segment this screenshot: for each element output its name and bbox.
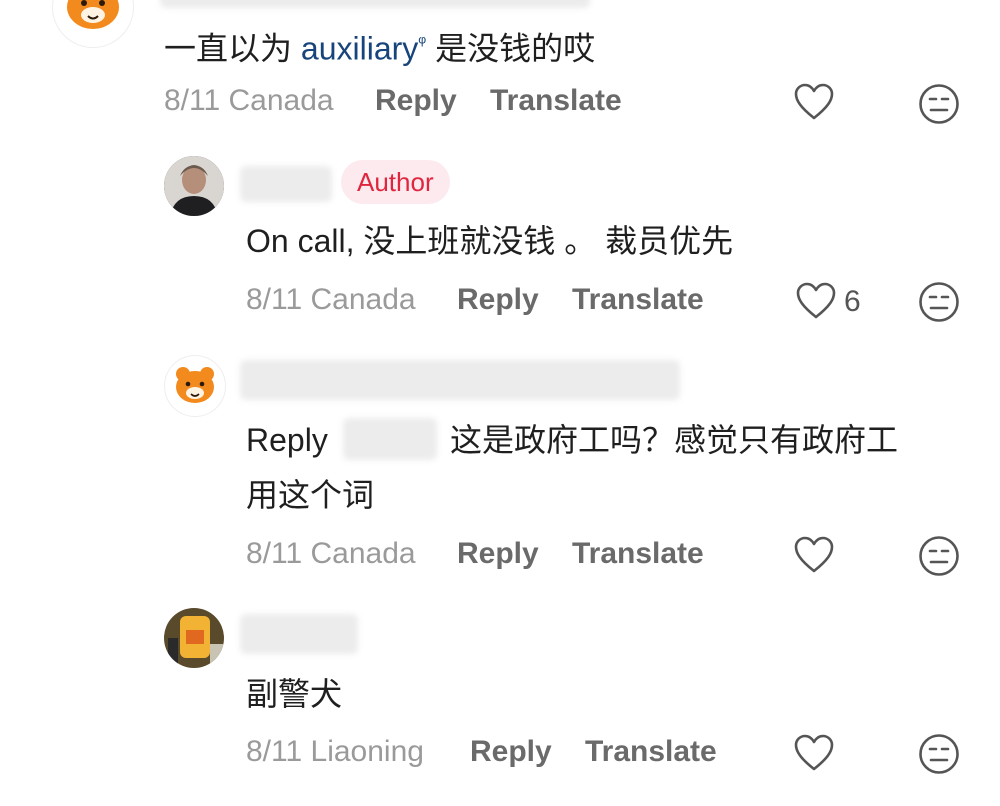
heart-icon[interactable] bbox=[794, 536, 834, 574]
neutral-face-icon[interactable] bbox=[918, 281, 960, 323]
neutral-face-icon[interactable] bbox=[918, 83, 960, 125]
heart-icon[interactable] bbox=[794, 83, 834, 121]
username-blurred bbox=[160, 0, 590, 8]
translate-button[interactable]: Translate bbox=[585, 734, 717, 770]
reply-button[interactable]: Reply bbox=[457, 536, 539, 572]
avatar[interactable] bbox=[164, 355, 226, 417]
mentioned-user-blurred bbox=[343, 418, 437, 460]
comment-date-location: 8/11 Liaoning bbox=[246, 735, 424, 768]
reply-button[interactable]: Reply bbox=[470, 734, 552, 770]
search-link[interactable]: auxiliary bbox=[301, 31, 418, 67]
avatar[interactable] bbox=[164, 156, 224, 216]
reply-button[interactable]: Reply bbox=[457, 282, 539, 318]
avatar[interactable] bbox=[52, 0, 134, 48]
reply-button[interactable]: Reply bbox=[375, 83, 457, 119]
comment-date-location: 8/11 Canada bbox=[164, 84, 334, 117]
comment-text-line1: 这是政府工吗？感觉只有政府工 bbox=[450, 422, 899, 458]
comment-text: 一直以为 auxiliaryᵠ 是没钱的哎 bbox=[164, 30, 596, 67]
heart-icon[interactable] bbox=[794, 734, 834, 772]
comment-date-location: 8/11 Canada bbox=[246, 283, 416, 316]
person-avatar-icon bbox=[164, 156, 224, 216]
neutral-face-icon[interactable] bbox=[918, 733, 960, 775]
author-badge: Author bbox=[341, 160, 450, 204]
reply-to-label: Reply bbox=[246, 422, 328, 458]
username-blurred bbox=[240, 360, 680, 400]
like-count: 6 bbox=[844, 285, 861, 318]
comment-text-line2: 用这个词 bbox=[246, 477, 375, 513]
translate-button[interactable]: Translate bbox=[572, 536, 704, 572]
bear-avatar-icon bbox=[176, 367, 214, 403]
comment-text: 副警犬 bbox=[246, 676, 343, 712]
bear-avatar-icon bbox=[67, 0, 119, 29]
neutral-face-icon[interactable] bbox=[918, 535, 960, 577]
translate-button[interactable]: Translate bbox=[572, 282, 704, 318]
comment-date-location: 8/11 Canada bbox=[246, 537, 416, 570]
comment-text: On call, 没上班就没钱 。 裁员优先 bbox=[246, 223, 734, 259]
heart-icon[interactable] bbox=[796, 282, 836, 320]
search-icon[interactable]: ᵠ bbox=[418, 32, 426, 52]
photo-avatar-icon bbox=[164, 608, 224, 668]
avatar[interactable] bbox=[164, 608, 224, 668]
comment-text: Reply bbox=[246, 420, 328, 460]
username-blurred bbox=[240, 166, 332, 202]
translate-button[interactable]: Translate bbox=[490, 83, 622, 119]
username-blurred bbox=[240, 614, 358, 654]
